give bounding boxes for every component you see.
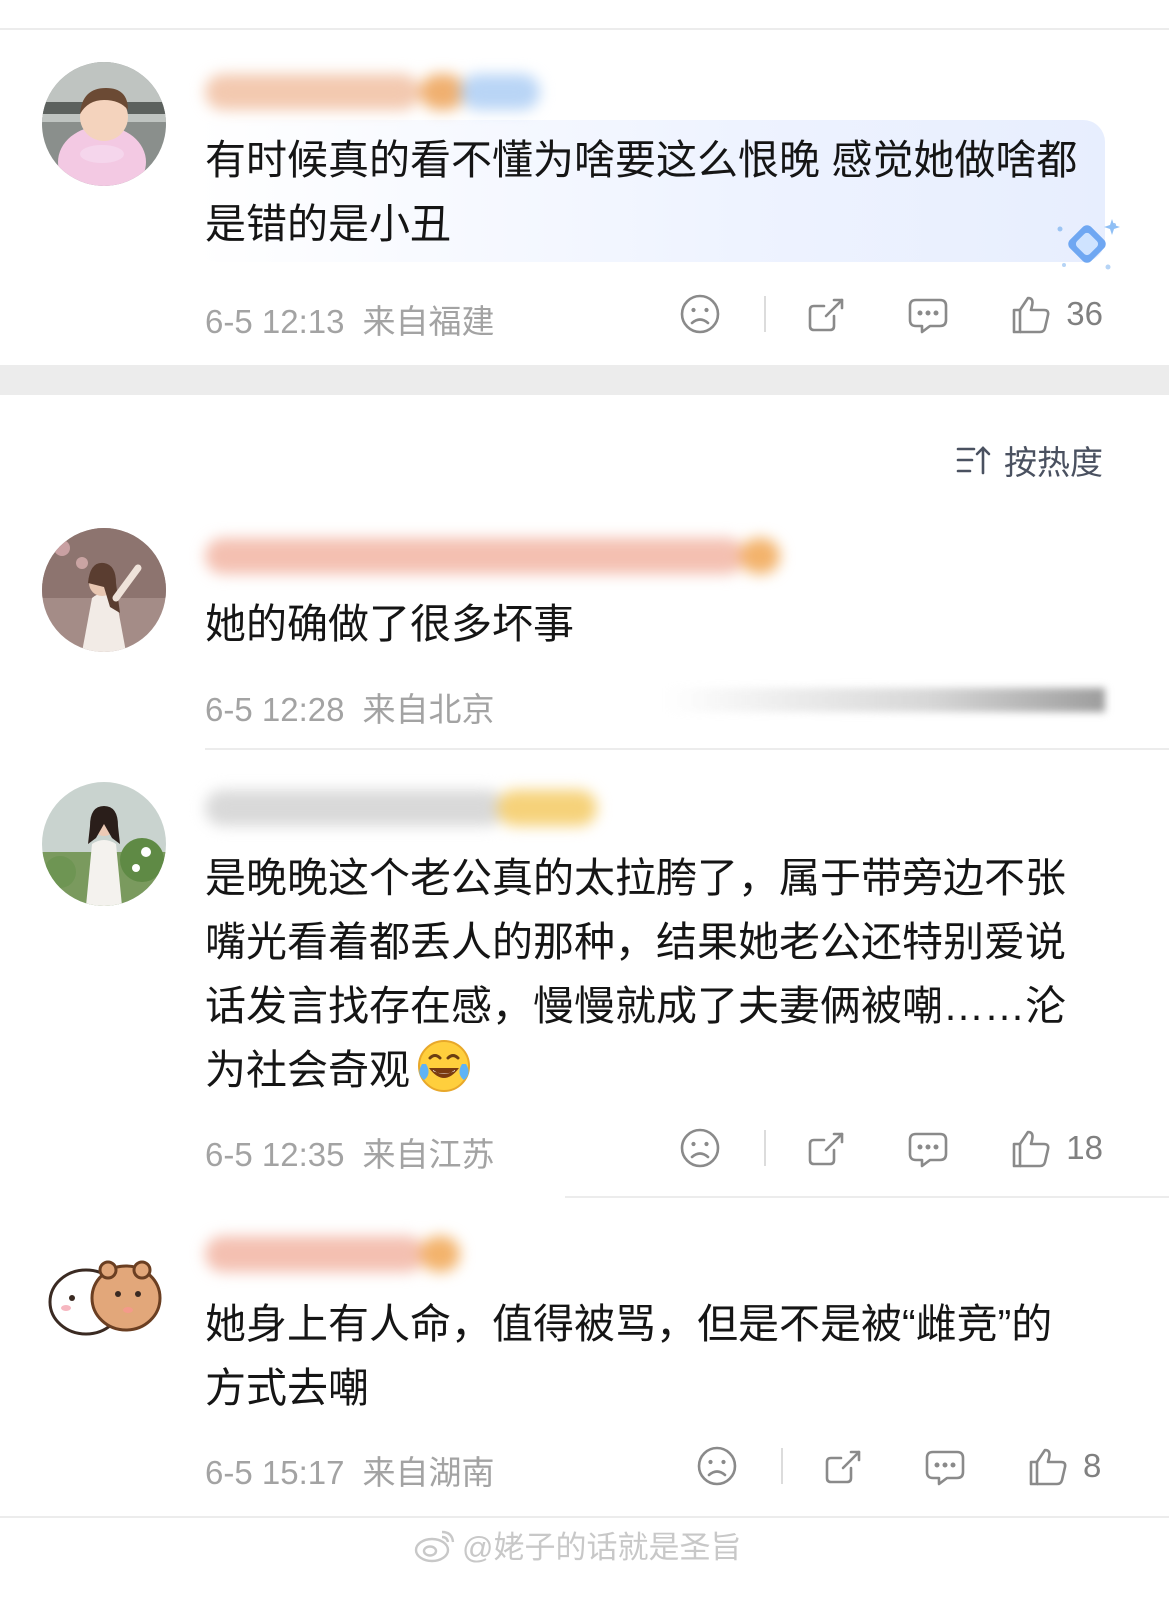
comment-bubble-icon: [925, 1450, 965, 1486]
comment-time: 6-5 15:17: [205, 1454, 345, 1491]
comment-bubble-icon: [908, 1132, 948, 1168]
sad-face-icon: [680, 1128, 720, 1168]
comment-text: 她身上有人命，值得被骂，但是不是被“雌竞”的方式去嘲: [205, 1301, 1053, 1411]
comment-text: 有时候真的看不懂为啥要这么恨晚 感觉她做啥都是错的是小丑: [205, 137, 1078, 247]
thumbs-up-icon: [1029, 1448, 1067, 1486]
share-button[interactable]: [804, 292, 848, 336]
comment-time: 6-5 12:35: [205, 1136, 345, 1173]
comment-text: 是晚晚这个老公真的太拉胯了，属于带旁边不张嘴光看着都丢人的那种，结果她老公还特别…: [205, 846, 1085, 1102]
comment-location: 来自湖南: [362, 1454, 495, 1491]
avatar[interactable]: [42, 62, 166, 186]
like-count: 8: [1083, 1447, 1102, 1484]
laughing-tears-emoji: [418, 1040, 470, 1092]
reply-button[interactable]: [923, 1444, 967, 1488]
sort-by-hot-button[interactable]: 按热度: [954, 436, 1103, 484]
like-count: 18: [1066, 1129, 1103, 1166]
comment-text: 她的确做了很多坏事: [205, 601, 574, 647]
comment-bubble-icon: [908, 298, 948, 334]
like-button[interactable]: 36: [1008, 292, 1103, 336]
reply-button[interactable]: [906, 292, 950, 336]
sad-face-icon: [697, 1446, 737, 1486]
sad-face-icon: [680, 294, 720, 334]
bottom-divider: [0, 1516, 1169, 1518]
weibo-watermark: @姥子的话就是圣旨: [412, 1522, 741, 1567]
comment-location: 来自北京: [362, 691, 495, 728]
dislike-button[interactable]: [678, 292, 722, 336]
comment-meta: 6-5 12:28 来自北京: [205, 683, 494, 731]
action-separator: [781, 1448, 783, 1484]
comment-text-body: 是晚晚这个老公真的太拉胯了，属于带旁边不张嘴光看着都丢人的那种，结果她老公还特别…: [205, 855, 1066, 1093]
obscured-actions: [665, 688, 1105, 712]
username-blurred[interactable]: [205, 74, 540, 110]
dislike-button[interactable]: [678, 1126, 722, 1170]
comment-actions: 36: [678, 289, 1103, 339]
watermark-text: @姥子的话就是圣旨: [462, 1530, 742, 1565]
username-blurred[interactable]: [205, 538, 780, 574]
share-icon: [808, 1132, 844, 1166]
like-button[interactable]: 8: [1025, 1444, 1103, 1488]
like-count: 36: [1066, 295, 1103, 332]
top-divider: [0, 28, 1169, 30]
avatar[interactable]: [42, 782, 166, 906]
avatar[interactable]: [42, 528, 166, 652]
avatar[interactable]: [42, 1228, 166, 1352]
comment-location: 来自江苏: [362, 1136, 495, 1173]
share-button[interactable]: [804, 1126, 848, 1170]
username-blurred[interactable]: [205, 790, 597, 826]
action-separator: [764, 1130, 767, 1166]
thumbs-up-icon: [1012, 1130, 1050, 1168]
comment-time: 6-5 12:28: [205, 691, 345, 728]
like-button[interactable]: 18: [1008, 1126, 1103, 1170]
sort-desc-icon: [956, 446, 991, 475]
comment-meta: 6-5 12:35 来自江苏: [205, 1128, 494, 1176]
comment-meta: 6-5 15:17 来自湖南: [205, 1446, 494, 1494]
share-icon: [808, 298, 844, 332]
reply-button[interactable]: [906, 1126, 950, 1170]
section-gap: [0, 365, 1169, 395]
thumbs-up-icon: [1012, 296, 1050, 334]
dislike-button[interactable]: [695, 1444, 739, 1488]
comment-divider: [565, 1196, 1169, 1198]
comment-actions: 18: [678, 1123, 1103, 1173]
share-icon: [825, 1450, 861, 1484]
comment-time: 6-5 12:13: [205, 303, 345, 340]
comment-divider: [205, 748, 1169, 750]
sort-label: 按热度: [1004, 444, 1103, 481]
weibo-logo-icon: [414, 1530, 455, 1562]
share-button[interactable]: [821, 1444, 865, 1488]
action-separator: [764, 296, 767, 332]
username-blurred[interactable]: [205, 1236, 460, 1272]
comment-location: 来自福建: [362, 303, 495, 340]
comment-actions: 8: [695, 1441, 1103, 1491]
comment-meta: 6-5 12:13 来自福建: [205, 295, 494, 343]
